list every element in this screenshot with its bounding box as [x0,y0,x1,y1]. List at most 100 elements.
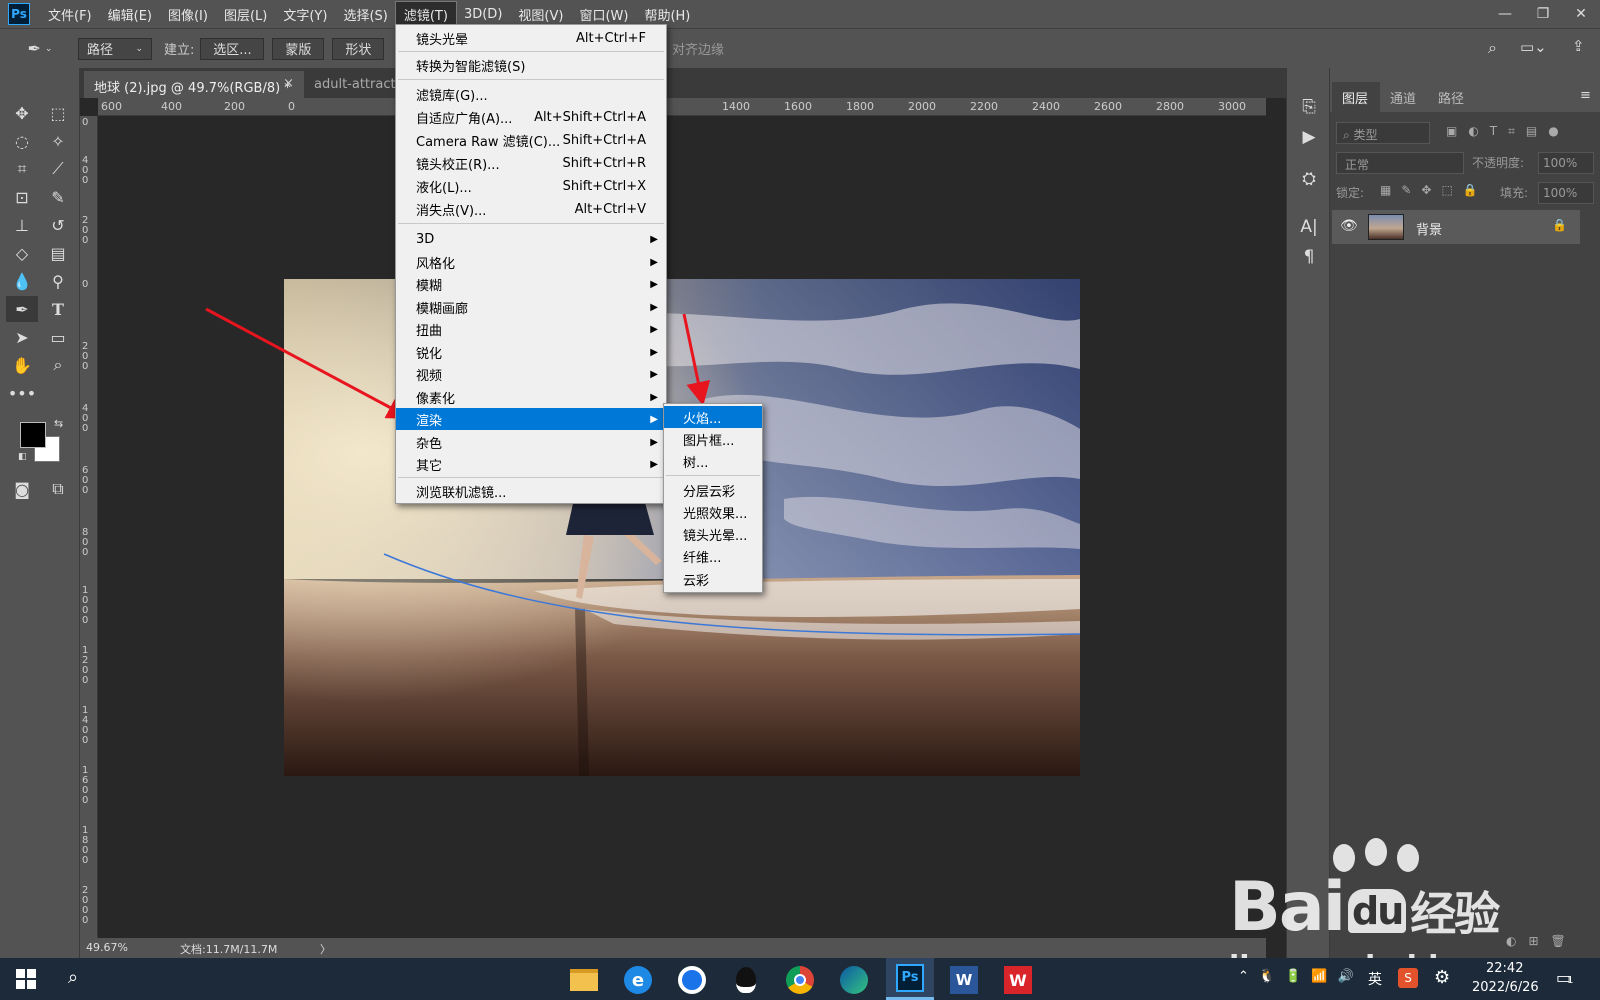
tab-close-icon[interactable]: × [283,76,294,91]
tab-active-document[interactable]: 地球 (2).jpg @ 49.7%(RGB/8) * × [84,71,304,98]
menu-image[interactable]: 图像(I) [160,2,216,27]
menu-item-3d[interactable]: 3D ▶ [396,228,666,250]
lasso-tool-icon[interactable]: ◌ [6,128,38,154]
edge-icon[interactable] [834,963,874,997]
clock-date[interactable]: 2022/6/26 [1472,980,1539,995]
pen-tool-icon[interactable]: ✒ [6,296,38,322]
history-brush-tool-icon[interactable]: ↺ [42,212,74,238]
windows-start-icon[interactable] [16,969,36,989]
paragraph-panel-icon[interactable]: ¶ [1295,244,1323,270]
submenu-item-tree[interactable]: 树... [664,450,762,472]
menu-item-distort[interactable]: 扭曲 ▶ [396,318,666,340]
lock-icons[interactable]: ▦✎✥⬚🔒 [1380,183,1488,197]
layer-kind-filter[interactable]: ⌕ 类型 [1336,122,1430,144]
make-selection-button[interactable]: 选区... [200,37,265,60]
gear-icon[interactable]: ⚙ [1434,967,1450,988]
make-shape-button[interactable]: 形状 [332,37,385,60]
zoom-tool-icon[interactable]: ⌕ [42,352,74,378]
menu-item-render[interactable]: 渲染 ▶ [396,408,666,430]
quick-mask-icon[interactable]: ◙ [6,476,38,502]
swap-colors-icon[interactable]: ⇆ [54,417,63,430]
clock-time[interactable]: 22:42 [1486,961,1523,976]
pen-tool-preset-icon[interactable]: ✒ ⌄ [12,34,68,64]
menu-item-video[interactable]: 视频 ▶ [396,363,666,385]
crop-tool-icon[interactable]: ⌗ [6,156,38,182]
foreground-color-swatch[interactable] [20,422,46,448]
menu-file[interactable]: 文件(F) [40,2,100,27]
word-icon[interactable]: W [944,963,984,997]
notification-icon[interactable]: ▭1 [1556,968,1574,987]
menu-item-noise[interactable]: 杂色 ▶ [396,431,666,453]
menu-layer[interactable]: 图层(L) [216,2,275,27]
menu-item-filter-gallery[interactable]: 滤镜库(G)... [396,83,666,105]
rectangle-tool-icon[interactable]: ▭ [42,324,74,350]
character-panel-icon[interactable]: A| [1295,214,1323,240]
eraser-tool-icon[interactable]: ◇ [6,240,38,266]
submenu-item-lens-flare[interactable]: 镜头光晕... [664,523,762,545]
dodge-tool-icon[interactable]: ⚲ [42,268,74,294]
layer-row[interactable]: 👁 背景 🔒 [1332,210,1580,244]
restore-button[interactable]: ❐ [1524,0,1562,28]
menu-item-last-filter[interactable]: 镜头光晕 Alt+Ctrl+F [396,27,666,49]
opacity-input[interactable]: 100% [1538,152,1594,174]
submenu-item-difference-clouds[interactable]: 分层云彩 [664,479,762,501]
menu-item-other[interactable]: 其它 ▶ [396,453,666,475]
menu-item-liquify[interactable]: 液化(L)... Shift+Ctrl+X [396,175,666,197]
file-explorer-icon[interactable] [564,963,604,997]
tab-paths[interactable]: 路径 [1428,82,1476,112]
panel-menu-icon[interactable]: ≡ [1580,88,1591,103]
blend-mode-select[interactable]: 正常 [1336,152,1464,174]
submenu-item-flame[interactable]: 火焰... [664,406,762,428]
menu-item-sharpen[interactable]: 锐化 ▶ [396,341,666,363]
menu-item-blur-gallery[interactable]: 模糊画廊 ▶ [396,296,666,318]
search-icon[interactable]: ⌕ [68,967,78,988]
tab-layers[interactable]: 图层 [1332,82,1380,112]
chrome-icon[interactable] [780,963,820,997]
menu-item-convert-smart[interactable]: 转换为智能滤镜(S) [396,54,666,76]
default-colors-icon[interactable]: ◧ [18,452,27,462]
qq-icon[interactable] [726,963,766,997]
clone-stamp-tool-icon[interactable]: ⊥ [6,212,38,238]
menu-window[interactable]: 窗口(W) [571,2,636,27]
submenu-item-picture-frame[interactable]: 图片框... [664,428,762,450]
type-tool-icon[interactable]: T [42,296,74,322]
more-tools-icon[interactable]: ••• [6,380,38,406]
menu-item-camera-raw[interactable]: Camera Raw 滤镜(C)... Shift+Ctrl+A [396,129,666,151]
menu-item-adaptive-wide[interactable]: 自适应广角(A)... Alt+Shift+Ctrl+A [396,106,666,128]
menu-item-vanishing-point[interactable]: 消失点(V)... Alt+Ctrl+V [396,198,666,220]
tray-icons[interactable]: ⌃🐧🔋📶🔊 [1238,969,1364,984]
submenu-item-lighting-effects[interactable]: 光照效果... [664,501,762,523]
zoom-level[interactable]: 49.67% [86,941,128,954]
close-button[interactable]: ✕ [1562,0,1600,28]
sogou-icon[interactable]: S [1398,968,1418,988]
qq-browser-icon[interactable] [672,963,712,997]
healing-brush-tool-icon[interactable]: ⊡ [6,184,38,210]
workspace-icon[interactable]: ▭⌄ [1520,38,1547,56]
menu-item-stylize[interactable]: 风格化 ▶ [396,251,666,273]
blur-tool-icon[interactable]: 💧 [6,268,38,294]
make-mask-button[interactable]: 蒙版 [272,37,325,60]
share-icon[interactable]: ⇪ [1572,37,1585,55]
properties-panel-icon[interactable]: ⛭ [1295,166,1323,192]
menu-3d[interactable]: 3D(D) [456,4,510,25]
menu-select[interactable]: 选择(S) [335,2,395,27]
menu-type[interactable]: 文字(Y) [275,2,335,27]
actions-panel-icon[interactable]: ▶ [1295,124,1323,150]
hand-tool-icon[interactable]: ✋ [6,352,38,378]
history-panel-icon[interactable]: ⎘ [1295,94,1323,120]
photoshop-taskbar-icon[interactable]: Ps [886,958,934,1000]
menu-edit[interactable]: 编辑(E) [100,2,160,27]
menu-item-pixelate[interactable]: 像素化 ▶ [396,386,666,408]
path-selection-tool-icon[interactable]: ➤ [6,324,38,350]
eye-icon[interactable]: 👁 [1340,218,1358,234]
align-edges-label[interactable]: 对齐边缘 [672,39,724,58]
marquee-tool-icon[interactable]: ⬚ [42,100,74,126]
gradient-tool-icon[interactable]: ▤ [42,240,74,266]
pen-mode-select[interactable]: 路径 ⌄ [78,37,152,60]
ime-indicator[interactable]: 英 [1368,969,1382,989]
fill-input[interactable]: 100% [1538,182,1594,204]
menu-view[interactable]: 视图(V) [510,2,571,27]
eyedropper-tool-icon[interactable]: ⟋ [42,156,74,182]
submenu-item-fibers[interactable]: 纤维... [664,545,762,567]
search-icon[interactable]: ⌕ [1488,38,1497,58]
